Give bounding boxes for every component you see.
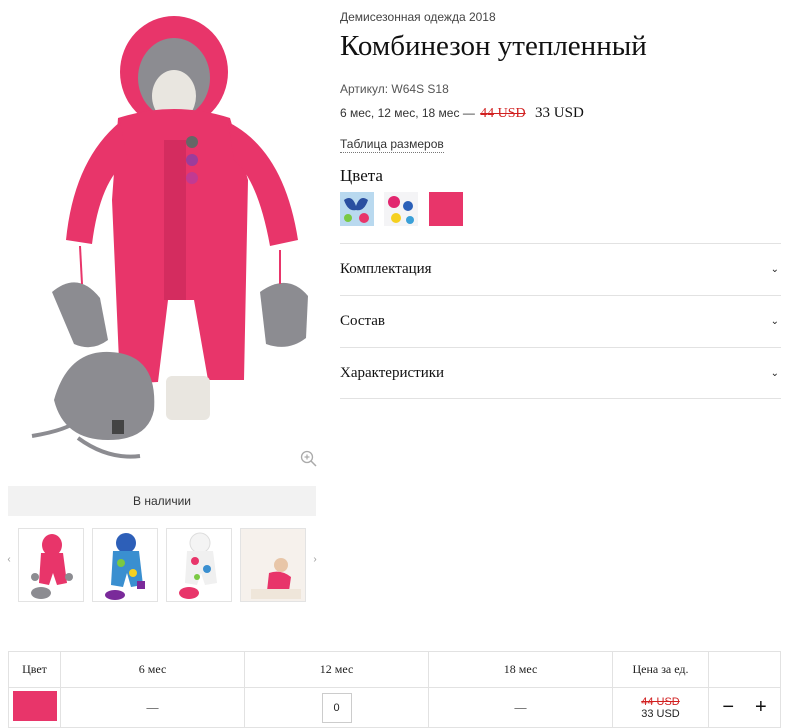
accordion-label: Характеристики bbox=[340, 364, 445, 381]
accordion-kharakteristiki[interactable]: Характеристики ⌄ bbox=[340, 347, 781, 399]
column-header-12m: 12 мес bbox=[244, 651, 429, 688]
main-product-image[interactable] bbox=[8, 0, 324, 478]
thumbnail-blue-print-suit[interactable] bbox=[92, 528, 158, 602]
colors-heading: Цвета bbox=[340, 166, 383, 185]
increment-button[interactable]: + bbox=[755, 696, 767, 718]
cell-stepper: − + bbox=[708, 687, 781, 728]
quantity-input-12m[interactable] bbox=[321, 692, 352, 723]
column-header-18m: 18 мес bbox=[428, 651, 613, 688]
accordion-komplektatsiya[interactable]: Комплектация ⌄ bbox=[340, 243, 781, 295]
thumbnail-pink-suit[interactable] bbox=[18, 528, 84, 602]
color-swatch-white-floral[interactable] bbox=[384, 192, 418, 226]
accordion-sostav[interactable]: Состав ⌄ bbox=[340, 295, 781, 347]
cell-unit-price: 44 USD 33 USD bbox=[612, 687, 709, 728]
color-swatch-pink[interactable] bbox=[429, 192, 463, 226]
price-old: 44 USD bbox=[480, 106, 526, 121]
sizes-text: 6 мес, 12 мес, 18 мес — bbox=[340, 106, 475, 120]
article-number: Артикул: W64S S18 bbox=[340, 82, 449, 96]
price-row: 6 мес, 12 мес, 18 мес — 44 USD 33 USD bbox=[340, 105, 584, 122]
page-title: Комбинезон утепленный bbox=[340, 30, 647, 62]
thumbnail-child-photo[interactable] bbox=[240, 528, 306, 602]
column-header-6m: 6 мес bbox=[60, 651, 245, 688]
thumbnail-gallery: ‹ › bbox=[4, 524, 320, 604]
collection-label[interactable]: Демисезонная одежда 2018 bbox=[340, 10, 496, 24]
row-color-swatch bbox=[12, 690, 57, 721]
thumbnail-white-print-suit[interactable] bbox=[166, 528, 232, 602]
row-price-old: 44 USD bbox=[641, 695, 680, 708]
accordion-label: Состав bbox=[340, 313, 386, 329]
stock-status: В наличии bbox=[8, 486, 316, 516]
product-accordion: Комплектация ⌄ Состав ⌄ Характеристики ⌄ bbox=[340, 243, 781, 399]
chevron-down-icon: ⌄ bbox=[770, 264, 779, 275]
column-header-unit-price: Цена за ед. bbox=[612, 651, 709, 688]
cell-6m-unavailable: — bbox=[60, 687, 245, 728]
chevron-down-icon: ⌄ bbox=[770, 316, 779, 327]
size-table-link[interactable]: Таблица размеров bbox=[340, 137, 444, 153]
gallery-next-arrow-icon[interactable]: › bbox=[310, 554, 320, 565]
decrement-button[interactable]: − bbox=[722, 696, 734, 718]
accordion-label: Комплектация bbox=[340, 261, 432, 277]
order-table: Цвет 6 мес 12 мес 18 мес Цена за ед. — —… bbox=[8, 651, 781, 728]
table-row: — — 44 USD 33 USD − + bbox=[8, 687, 781, 728]
price-new: 33 USD bbox=[535, 105, 584, 121]
column-header-actions bbox=[708, 651, 781, 688]
chevron-down-icon: ⌄ bbox=[770, 367, 779, 379]
cell-18m-unavailable: — bbox=[428, 687, 613, 728]
table-header-row: Цвет 6 мес 12 мес 18 мес Цена за ед. bbox=[8, 651, 781, 688]
cell-12m bbox=[244, 687, 429, 728]
column-header-color: Цвет bbox=[8, 651, 61, 688]
color-swatch-blue-butterfly[interactable] bbox=[340, 192, 374, 226]
gallery-prev-arrow-icon[interactable]: ‹ bbox=[4, 554, 14, 565]
row-color-cell bbox=[8, 687, 61, 728]
row-price-new: 33 USD bbox=[641, 707, 680, 720]
zoom-icon[interactable] bbox=[300, 450, 318, 468]
